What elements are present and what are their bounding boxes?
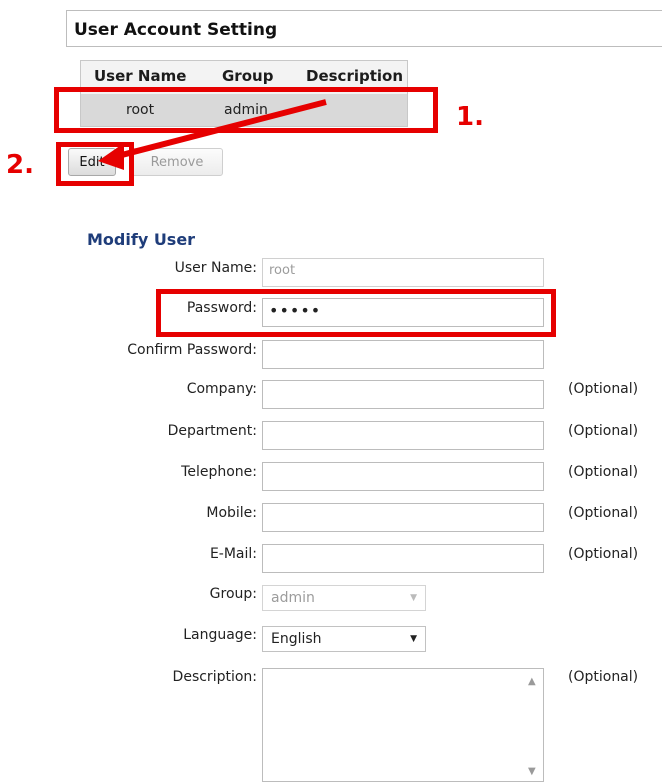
mobile-label: Mobile: — [206, 505, 257, 521]
group-select-value: admin — [271, 590, 315, 606]
department-optional-note: (Optional) — [568, 423, 639, 439]
step-2-label: 2. — [6, 150, 34, 180]
group-label: Group: — [209, 586, 257, 602]
arrow-line — [113, 99, 327, 160]
confirm-password-label: Confirm Password: — [127, 342, 257, 358]
telephone-label: Telephone: — [181, 464, 257, 480]
description-label: Description: — [172, 669, 257, 685]
scroll-down-icon[interactable]: ▼ — [528, 766, 536, 777]
mobile-optional-note: (Optional) — [568, 505, 639, 521]
modify-user-title: Modify User — [87, 230, 196, 249]
email-field[interactable] — [262, 544, 544, 573]
user-name-field: root — [262, 258, 544, 287]
company-label: Company: — [186, 381, 257, 397]
chevron-down-icon[interactable]: ▼ — [410, 634, 417, 644]
arrow-head — [98, 143, 124, 170]
group-select: admin ▼ — [262, 585, 426, 611]
telephone-field[interactable] — [262, 462, 544, 491]
company-optional-note: (Optional) — [568, 381, 639, 397]
telephone-optional-note: (Optional) — [568, 464, 639, 480]
user-name-label: User Name: — [174, 260, 257, 276]
step-1-label: 1. — [456, 102, 484, 132]
email-label: E-Mail: — [209, 546, 257, 562]
language-select[interactable]: English ▼ — [262, 626, 426, 652]
description-textarea[interactable] — [262, 668, 544, 782]
language-label: Language: — [183, 627, 257, 643]
password-field[interactable]: ••••• — [262, 298, 544, 327]
department-field[interactable] — [262, 421, 544, 450]
chevron-down-icon: ▼ — [410, 593, 417, 603]
scroll-up-icon[interactable]: ▲ — [528, 676, 536, 687]
confirm-password-field[interactable] — [262, 340, 544, 369]
company-field[interactable] — [262, 380, 544, 409]
description-optional-note: (Optional) — [568, 669, 639, 685]
password-label: Password: — [186, 300, 257, 316]
department-label: Department: — [167, 423, 257, 439]
language-select-value: English — [271, 631, 322, 647]
mobile-field[interactable] — [262, 503, 544, 532]
email-optional-note: (Optional) — [568, 546, 639, 562]
